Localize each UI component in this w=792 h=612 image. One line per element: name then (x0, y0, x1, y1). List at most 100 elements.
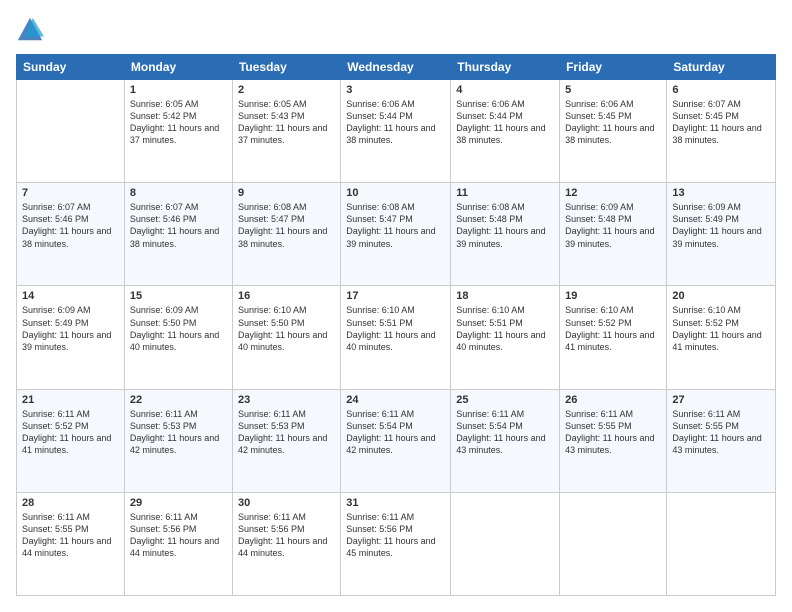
day-info: Sunrise: 6:11 AMSunset: 5:53 PMDaylight:… (130, 408, 227, 457)
day-info: Sunrise: 6:11 AMSunset: 5:52 PMDaylight:… (22, 408, 119, 457)
day-info: Sunrise: 6:09 AMSunset: 5:48 PMDaylight:… (565, 201, 661, 250)
day-info: Sunrise: 6:09 AMSunset: 5:50 PMDaylight:… (130, 304, 227, 353)
day-info: Sunrise: 6:11 AMSunset: 5:53 PMDaylight:… (238, 408, 335, 457)
weekday-header-thursday: Thursday (451, 55, 560, 80)
day-number: 31 (346, 497, 445, 509)
day-number: 7 (22, 187, 119, 199)
calendar-cell: 22 Sunrise: 6:11 AMSunset: 5:53 PMDayligh… (124, 389, 232, 492)
calendar-week-row: 1 Sunrise: 6:05 AMSunset: 5:42 PMDaylight… (17, 80, 776, 183)
weekday-header-monday: Monday (124, 55, 232, 80)
day-number: 5 (565, 84, 661, 96)
calendar-cell: 9 Sunrise: 6:08 AMSunset: 5:47 PMDaylight… (232, 183, 340, 286)
calendar-cell (17, 80, 125, 183)
day-info: Sunrise: 6:11 AMSunset: 5:54 PMDaylight:… (346, 408, 445, 457)
day-info: Sunrise: 6:11 AMSunset: 5:55 PMDaylight:… (672, 408, 770, 457)
day-info: Sunrise: 6:11 AMSunset: 5:55 PMDaylight:… (565, 408, 661, 457)
day-number: 19 (565, 290, 661, 302)
day-number: 8 (130, 187, 227, 199)
calendar-cell: 3 Sunrise: 6:06 AMSunset: 5:44 PMDaylight… (341, 80, 451, 183)
calendar-cell: 24 Sunrise: 6:11 AMSunset: 5:54 PMDayligh… (341, 389, 451, 492)
day-number: 9 (238, 187, 335, 199)
calendar-cell: 7 Sunrise: 6:07 AMSunset: 5:46 PMDaylight… (17, 183, 125, 286)
day-info: Sunrise: 6:06 AMSunset: 5:44 PMDaylight:… (346, 98, 445, 147)
day-number: 30 (238, 497, 335, 509)
day-info: Sunrise: 6:07 AMSunset: 5:46 PMDaylight:… (130, 201, 227, 250)
day-number: 4 (456, 84, 554, 96)
day-info: Sunrise: 6:06 AMSunset: 5:45 PMDaylight:… (565, 98, 661, 147)
day-number: 18 (456, 290, 554, 302)
calendar-cell: 1 Sunrise: 6:05 AMSunset: 5:42 PMDaylight… (124, 80, 232, 183)
calendar-cell: 2Sunrise: 6:05 AMSunset: 5:43 PMDaylight… (232, 80, 340, 183)
day-number: 10 (346, 187, 445, 199)
header (16, 16, 776, 44)
calendar-cell: 23 Sunrise: 6:11 AMSunset: 5:53 PMDayligh… (232, 389, 340, 492)
day-info: Sunrise: 6:09 AMSunset: 5:49 PMDaylight:… (22, 304, 119, 353)
day-number: 6 (672, 84, 770, 96)
day-number: 24 (346, 394, 445, 406)
weekday-header-saturday: Saturday (667, 55, 776, 80)
day-number: 22 (130, 394, 227, 406)
day-number: 20 (672, 290, 770, 302)
day-info: Sunrise: 6:08 AMSunset: 5:47 PMDaylight:… (346, 201, 445, 250)
weekday-header-sunday: Sunday (17, 55, 125, 80)
calendar-cell: 18 Sunrise: 6:10 AMSunset: 5:51 PMDayligh… (451, 286, 560, 389)
day-number: 28 (22, 497, 119, 509)
calendar-cell: 27 Sunrise: 6:11 AMSunset: 5:55 PMDayligh… (667, 389, 776, 492)
weekday-header-friday: Friday (560, 55, 667, 80)
day-number: 23 (238, 394, 335, 406)
day-number: 21 (22, 394, 119, 406)
day-number: 15 (130, 290, 227, 302)
calendar-cell: 31Sunrise: 6:11 AMSunset: 5:56 PMDayligh… (341, 492, 451, 595)
day-number: 25 (456, 394, 554, 406)
day-info: Sunrise: 6:05 AMSunset: 5:42 PMDaylight:… (130, 98, 227, 147)
calendar-cell: 8 Sunrise: 6:07 AMSunset: 5:46 PMDaylight… (124, 183, 232, 286)
calendar-week-row: 28 Sunrise: 6:11 AMSunset: 5:55 PMDayligh… (17, 492, 776, 595)
logo (16, 16, 46, 44)
day-info: Sunrise: 6:08 AMSunset: 5:48 PMDaylight:… (456, 201, 554, 250)
day-number: 13 (672, 187, 770, 199)
day-number: 3 (346, 84, 445, 96)
day-number: 1 (130, 84, 227, 96)
calendar-cell: 5 Sunrise: 6:06 AMSunset: 5:45 PMDaylight… (560, 80, 667, 183)
calendar-cell: 4 Sunrise: 6:06 AMSunset: 5:44 PMDaylight… (451, 80, 560, 183)
calendar-week-row: 14Sunrise: 6:09 AMSunset: 5:49 PMDayligh… (17, 286, 776, 389)
day-info: Sunrise: 6:07 AMSunset: 5:46 PMDaylight:… (22, 201, 119, 250)
day-info: Sunrise: 6:10 AMSunset: 5:50 PMDaylight:… (238, 304, 335, 353)
weekday-header-tuesday: Tuesday (232, 55, 340, 80)
calendar-cell: 14Sunrise: 6:09 AMSunset: 5:49 PMDayligh… (17, 286, 125, 389)
day-info: Sunrise: 6:10 AMSunset: 5:51 PMDaylight:… (346, 304, 445, 353)
day-info: Sunrise: 6:05 AMSunset: 5:43 PMDaylight:… (238, 98, 335, 147)
day-number: 11 (456, 187, 554, 199)
calendar-cell: 26Sunrise: 6:11 AMSunset: 5:55 PMDayligh… (560, 389, 667, 492)
weekday-header-row: SundayMondayTuesdayWednesdayThursdayFrid… (17, 55, 776, 80)
day-info: Sunrise: 6:11 AMSunset: 5:55 PMDaylight:… (22, 511, 119, 560)
day-info: Sunrise: 6:11 AMSunset: 5:54 PMDaylight:… (456, 408, 554, 457)
day-number: 29 (130, 497, 227, 509)
day-info: Sunrise: 6:11 AMSunset: 5:56 PMDaylight:… (130, 511, 227, 560)
calendar-cell (451, 492, 560, 595)
day-info: Sunrise: 6:10 AMSunset: 5:52 PMDaylight:… (672, 304, 770, 353)
day-info: Sunrise: 6:06 AMSunset: 5:44 PMDaylight:… (456, 98, 554, 147)
day-info: Sunrise: 6:10 AMSunset: 5:51 PMDaylight:… (456, 304, 554, 353)
calendar-cell: 13Sunrise: 6:09 AMSunset: 5:49 PMDayligh… (667, 183, 776, 286)
calendar-table: SundayMondayTuesdayWednesdayThursdayFrid… (16, 54, 776, 596)
calendar-week-row: 21 Sunrise: 6:11 AMSunset: 5:52 PMDayligh… (17, 389, 776, 492)
day-info: Sunrise: 6:07 AMSunset: 5:45 PMDaylight:… (672, 98, 770, 147)
calendar-cell: 11 Sunrise: 6:08 AMSunset: 5:48 PMDayligh… (451, 183, 560, 286)
calendar-cell: 10 Sunrise: 6:08 AMSunset: 5:47 PMDayligh… (341, 183, 451, 286)
day-number: 12 (565, 187, 661, 199)
calendar-cell: 25 Sunrise: 6:11 AMSunset: 5:54 PMDayligh… (451, 389, 560, 492)
calendar-cell: 30 Sunrise: 6:11 AMSunset: 5:56 PMDayligh… (232, 492, 340, 595)
calendar-cell: 12 Sunrise: 6:09 AMSunset: 5:48 PMDayligh… (560, 183, 667, 286)
day-info: Sunrise: 6:08 AMSunset: 5:47 PMDaylight:… (238, 201, 335, 250)
calendar-cell (560, 492, 667, 595)
day-info: Sunrise: 6:11 AMSunset: 5:56 PMDaylight:… (238, 511, 335, 560)
day-info: Sunrise: 6:10 AMSunset: 5:52 PMDaylight:… (565, 304, 661, 353)
weekday-header-wednesday: Wednesday (341, 55, 451, 80)
day-number: 16 (238, 290, 335, 302)
calendar-cell: 16 Sunrise: 6:10 AMSunset: 5:50 PMDayligh… (232, 286, 340, 389)
day-number: 27 (672, 394, 770, 406)
page: SundayMondayTuesdayWednesdayThursdayFrid… (0, 0, 792, 612)
calendar-cell: 6 Sunrise: 6:07 AMSunset: 5:45 PMDaylight… (667, 80, 776, 183)
calendar-cell: 20 Sunrise: 6:10 AMSunset: 5:52 PMDayligh… (667, 286, 776, 389)
